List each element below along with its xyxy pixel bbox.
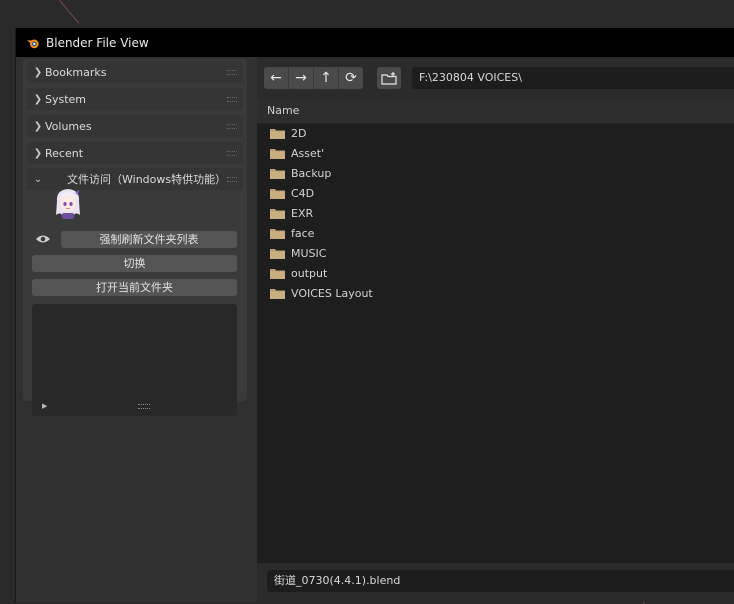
- panel-system[interactable]: ❯ System: [27, 88, 243, 110]
- forward-icon[interactable]: →: [289, 67, 314, 89]
- bottom-bar: 街道_0730(4.4.1).blend: [257, 563, 734, 602]
- chevron-right-icon: ❯: [33, 66, 43, 78]
- folder-icon: [270, 128, 285, 139]
- list-item[interactable]: C4D: [257, 183, 734, 203]
- folder-icon: [270, 208, 285, 219]
- chevron-down-icon: ⌄: [33, 173, 43, 185]
- navigation-group: ← → ↑ ⟳: [264, 67, 363, 89]
- window-title: Blender File View: [46, 35, 149, 50]
- file-view-window: Blender File View ❯ Bookmarks ❯ System ❯…: [15, 28, 734, 602]
- toolbar: ← → ↑ ⟳ F:\230804 VOICES\: [257, 57, 734, 99]
- panel-label: System: [45, 92, 87, 106]
- file-name: MUSIC: [291, 246, 327, 260]
- new-folder-icon[interactable]: [377, 67, 401, 89]
- chevron-right-icon: ❯: [33, 93, 43, 105]
- refresh-icon[interactable]: ⟳: [339, 67, 363, 89]
- panel-label: Recent: [45, 146, 84, 160]
- file-name: EXR: [291, 206, 314, 220]
- chevron-right-icon: ❯: [33, 120, 43, 132]
- refresh-folder-list-button[interactable]: 强制刷新文件夹列表: [61, 231, 237, 248]
- file-list: 2D Asset' Backup C4D EXR face MUSIC outp…: [257, 123, 734, 563]
- drag-grip-icon[interactable]: [227, 151, 237, 156]
- folder-list-box[interactable]: ▶: [32, 304, 237, 416]
- blender-logo-icon: [26, 39, 39, 48]
- panel-label: Bookmarks: [45, 65, 107, 79]
- expand-triangle-icon[interactable]: ▶: [42, 402, 47, 410]
- file-name: 2D: [291, 126, 307, 140]
- panel-bookmarks[interactable]: ❯ Bookmarks: [27, 61, 243, 83]
- folder-icon: [270, 168, 285, 179]
- folder-icon: [270, 288, 285, 299]
- list-item[interactable]: MUSIC: [257, 243, 734, 263]
- sidebar: ❯ Bookmarks ❯ System ❯ Volumes ❯ Recent …: [23, 59, 247, 416]
- file-name: C4D: [291, 186, 315, 200]
- directory-path-input[interactable]: F:\230804 VOICES\: [412, 67, 734, 89]
- list-item[interactable]: VOICES Layout: [257, 283, 734, 303]
- list-item[interactable]: Asset': [257, 143, 734, 163]
- folder-icon: [270, 268, 285, 279]
- panel-label: 文件访问（Windows特供功能）: [67, 173, 227, 186]
- folder-icon: [270, 188, 285, 199]
- file-name: Asset': [291, 146, 325, 160]
- drag-grip-icon[interactable]: [227, 97, 237, 102]
- panel-recent[interactable]: ❯ Recent: [27, 142, 243, 164]
- filename-input[interactable]: 街道_0730(4.4.1).blend: [267, 570, 734, 592]
- resize-grip-icon[interactable]: [138, 404, 150, 409]
- parent-directory-icon[interactable]: ↑: [314, 67, 339, 89]
- file-name: face: [291, 226, 315, 240]
- anime-mascot-icon: [56, 189, 80, 219]
- column-label: Name: [267, 104, 300, 117]
- list-item[interactable]: Backup: [257, 163, 734, 183]
- new-folder-group: [377, 67, 401, 89]
- chevron-right-icon: ❯: [33, 147, 43, 159]
- folder-icon: [270, 248, 285, 259]
- column-header-name[interactable]: Name: [257, 99, 734, 124]
- drag-grip-icon[interactable]: [227, 177, 237, 182]
- panel-volumes[interactable]: ❯ Volumes: [27, 115, 243, 137]
- drag-grip-icon[interactable]: [227, 70, 237, 75]
- file-name: Backup: [291, 166, 332, 180]
- panel-label: Volumes: [45, 119, 92, 133]
- folder-icon: [270, 228, 285, 239]
- list-item[interactable]: output: [257, 263, 734, 283]
- title-bar: Blender File View: [16, 28, 734, 57]
- list-item[interactable]: EXR: [257, 203, 734, 223]
- file-name: VOICES Layout: [291, 286, 373, 300]
- file-name: output: [291, 266, 328, 280]
- file-browser-main: ← → ↑ ⟳ F:\230804 VOICES\ Name 2D Asset'…: [257, 57, 734, 602]
- list-item[interactable]: 2D: [257, 123, 734, 143]
- folder-icon: [270, 148, 285, 159]
- drag-grip-icon[interactable]: [227, 124, 237, 129]
- toggle-button[interactable]: 切换: [32, 255, 237, 272]
- open-current-folder-button[interactable]: 打开当前文件夹: [32, 279, 237, 296]
- viewport-grid-line: [59, 0, 80, 24]
- back-icon[interactable]: ←: [264, 67, 289, 89]
- eye-icon[interactable]: [35, 233, 51, 245]
- list-item[interactable]: face: [257, 223, 734, 243]
